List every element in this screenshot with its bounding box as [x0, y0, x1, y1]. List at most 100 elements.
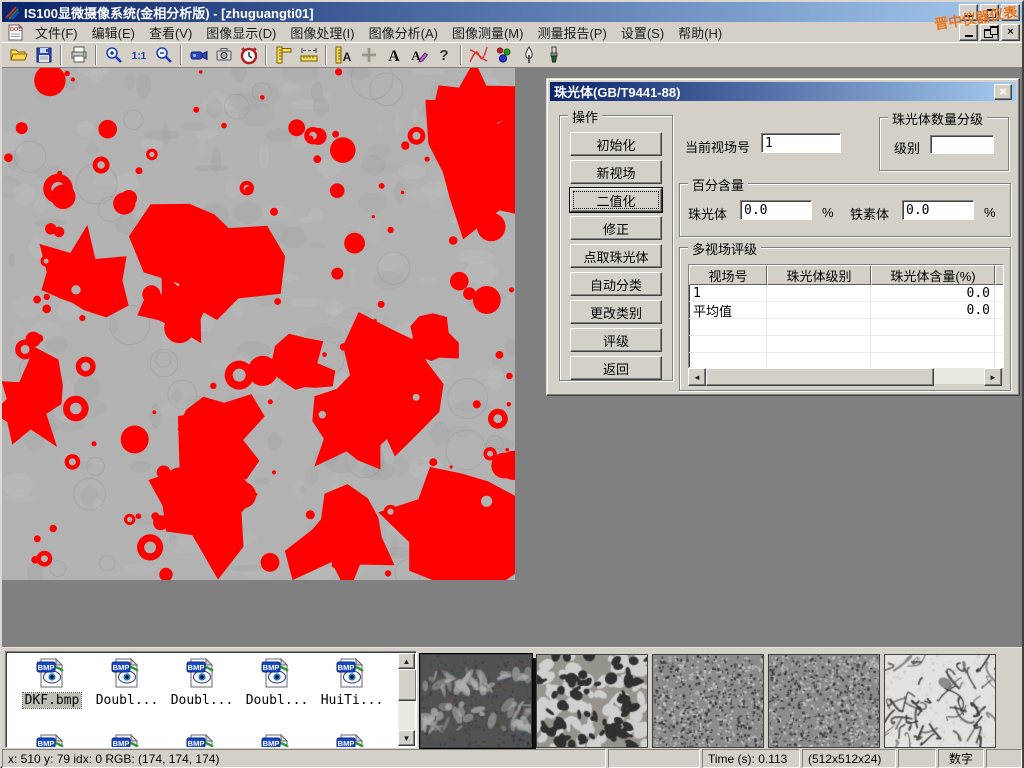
rating-table: 视场号 珠光体级别 珠光体含量(%) 铁素体含量(%) 1 0.0 平均值 0.…: [688, 264, 1004, 368]
cell: 0.0: [871, 285, 995, 302]
actual-size-icon[interactable]: 1:1: [126, 44, 151, 66]
bmp-file-icon: [109, 656, 145, 692]
pick-pearlite-button[interactable]: 点取珠光体: [570, 244, 662, 268]
table-hscrollbar[interactable]: ◄ ►: [688, 368, 1002, 384]
specimen-image[interactable]: [2, 68, 515, 580]
file-name[interactable]: Doubl...: [169, 693, 236, 708]
thumbnail-2[interactable]: [536, 654, 648, 748]
file-item[interactable]: Doubl...: [166, 656, 238, 708]
thumbnail-1[interactable]: [420, 654, 532, 748]
grade-input[interactable]: [930, 135, 994, 154]
menu-help[interactable]: 帮助(H): [671, 21, 729, 44]
percent-sign: %: [822, 205, 834, 220]
caliper-icon[interactable]: [271, 44, 296, 66]
change-class-button[interactable]: 更改类别: [570, 300, 662, 324]
file-item[interactable]: Doubl...: [91, 656, 163, 708]
zoom-out-icon[interactable]: [151, 44, 176, 66]
help-icon[interactable]: ?: [431, 44, 456, 66]
auto-classify-button[interactable]: 自动分类: [570, 272, 662, 296]
file-item[interactable]: Doubl...: [241, 656, 313, 708]
minimize-icon: [965, 15, 973, 17]
current-field-input[interactable]: [761, 133, 841, 153]
dialog-title-bar[interactable]: 珠光体(GB/T9441-88) ×: [550, 82, 1016, 101]
ferrite-input[interactable]: [902, 200, 974, 220]
status-empty-1: [608, 749, 700, 768]
file-item[interactable]: [16, 732, 88, 748]
mdi-close-button[interactable]: ×: [1001, 24, 1020, 41]
save-icon[interactable]: [31, 44, 56, 66]
file-item[interactable]: [316, 732, 388, 748]
menu-file[interactable]: 文件(F): [28, 21, 85, 44]
file-name[interactable]: Doubl...: [94, 693, 161, 708]
cell: [767, 302, 871, 319]
col-field-no: 视场号: [689, 265, 767, 285]
file-item[interactable]: [241, 732, 313, 748]
scroll-left-icon[interactable]: ◄: [688, 368, 706, 386]
file-name[interactable]: HuiTi...: [319, 693, 386, 708]
return-button[interactable]: 返回: [570, 356, 662, 380]
file-list-vscrollbar[interactable]: ▲ ▼: [398, 653, 415, 746]
zoom-in-icon[interactable]: [101, 44, 126, 66]
pen-tool-icon[interactable]: [516, 44, 541, 66]
menu-edit[interactable]: 编辑(E): [85, 21, 142, 44]
binarize-button[interactable]: 二值化: [570, 188, 662, 212]
print-icon[interactable]: [66, 44, 91, 66]
vscroll-thumb[interactable]: [398, 669, 417, 701]
menu-report[interactable]: 测量报告(P): [530, 21, 613, 44]
ruler-icon[interactable]: [296, 44, 321, 66]
menu-image-process[interactable]: 图像处理(I): [283, 21, 361, 44]
measure-text-icon[interactable]: A: [331, 44, 356, 66]
grading-group: 珠光体数量分级 级别: [879, 117, 1009, 171]
pixel-info: x: 510 y: 79 idx: 0 RGB: (174, 174, 174): [2, 749, 606, 768]
classify-balls-icon[interactable]: [491, 44, 516, 66]
new-field-button[interactable]: 新视场: [570, 160, 662, 184]
table-row[interactable]: 1 0.0: [689, 285, 1004, 302]
text-annotate-icon[interactable]: A: [406, 44, 431, 66]
svg-text:?: ?: [439, 47, 448, 64]
file-item[interactable]: [91, 732, 163, 748]
text-icon[interactable]: A: [381, 44, 406, 66]
status-empty-2: [898, 749, 936, 768]
dialog-close-button[interactable]: ×: [994, 84, 1012, 100]
thumbnail-3[interactable]: [652, 654, 764, 748]
svg-text:A: A: [388, 48, 400, 65]
scroll-up-icon[interactable]: ▲: [398, 653, 415, 669]
open-icon[interactable]: [6, 44, 31, 66]
menu-image-analysis[interactable]: 图像分析(A): [362, 21, 445, 44]
scroll-down-icon[interactable]: ▼: [398, 730, 415, 746]
menu-image-measure[interactable]: 图像测量(M): [445, 21, 531, 44]
rate-button[interactable]: 评级: [570, 328, 662, 352]
mdi-minimize-button[interactable]: [959, 24, 978, 41]
thumbnail-5[interactable]: [884, 654, 996, 748]
file-item[interactable]: HuiTi...: [316, 656, 388, 708]
table-row[interactable]: 平均值 0.0: [689, 302, 1004, 319]
correct-button[interactable]: 修正: [570, 216, 662, 240]
table-row: [689, 336, 1004, 353]
scroll-right-icon[interactable]: ►: [984, 368, 1002, 386]
timer-clock-icon[interactable]: [236, 44, 261, 66]
menu-image-display[interactable]: 图像显示(D): [199, 21, 283, 44]
thumbnail-4[interactable]: [768, 654, 880, 748]
file-item[interactable]: DKF.bmp: [16, 656, 88, 708]
status-time: Time (s): 0.113: [702, 749, 800, 768]
bmp-file-icon: [184, 656, 220, 692]
file-listbox[interactable]: DKF.bmp Doubl... Doubl... Doubl... HuiTi…: [5, 651, 417, 748]
file-name[interactable]: DKF.bmp: [23, 693, 82, 708]
curve-tool-icon[interactable]: [466, 44, 491, 66]
menu-view[interactable]: 查看(V): [142, 21, 199, 44]
move-cross-icon[interactable]: [356, 44, 381, 66]
brush-tool-icon[interactable]: [541, 44, 566, 66]
minimize-button[interactable]: [959, 4, 978, 21]
close-button[interactable]: ×: [1001, 4, 1020, 21]
maximize-button[interactable]: [980, 4, 999, 21]
menu-settings[interactable]: 设置(S): [614, 21, 671, 44]
file-item[interactable]: [166, 732, 238, 748]
pearlite-input[interactable]: [740, 200, 812, 220]
capture-camera-icon[interactable]: [211, 44, 236, 66]
video-camera-icon[interactable]: [186, 44, 211, 66]
init-button[interactable]: 初始化: [570, 132, 662, 156]
file-name[interactable]: Doubl...: [244, 693, 311, 708]
mdi-restore-button[interactable]: [980, 24, 999, 41]
hscroll-thumb[interactable]: [706, 368, 934, 386]
title-bar[interactable]: IS100显微摄像系统(金相分析版) - [zhuguangti01] ×: [2, 2, 1022, 22]
